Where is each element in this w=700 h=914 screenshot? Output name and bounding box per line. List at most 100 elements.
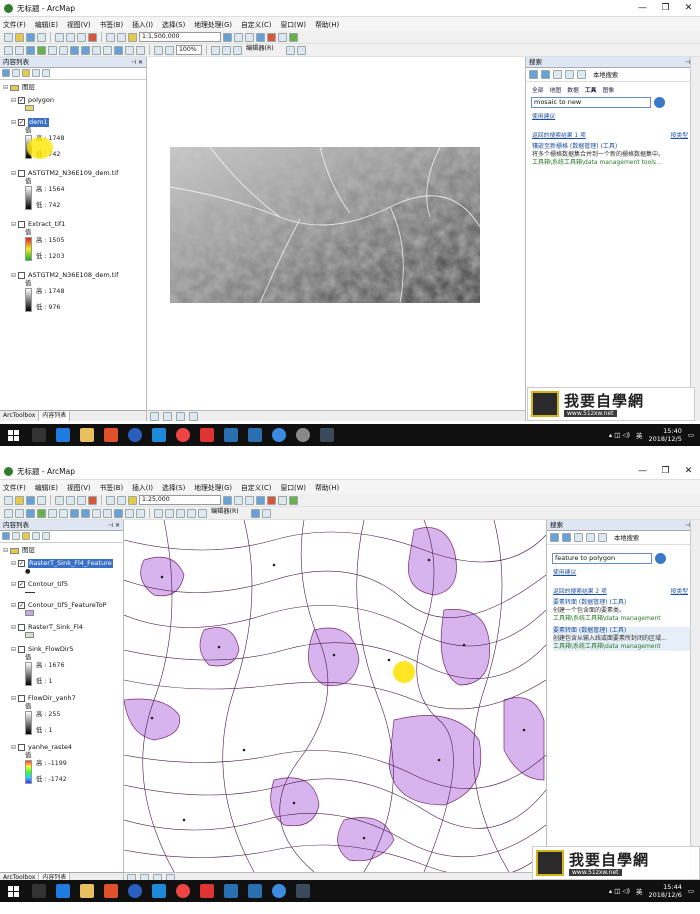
layout-view-icon[interactable] [163,411,172,421]
edit-tool-icon[interactable] [251,508,260,518]
fixed-zoom-out-icon[interactable] [59,508,68,518]
network-icon[interactable]: ▴ ◫ ◁) [609,887,630,895]
windows-start-icon[interactable] [8,885,19,897]
list-by-drawing-order-icon[interactable] [2,532,10,540]
menu-help[interactable]: 帮助(H) [315,19,339,29]
app-grid-icon[interactable] [224,428,238,442]
menu-view[interactable]: 视图(V) [67,482,91,492]
menu-edit[interactable]: 编辑(E) [35,19,58,29]
search-window-icon[interactable] [256,495,265,505]
zoom-in-icon[interactable] [4,45,13,55]
gray-ramp[interactable] [25,711,32,735]
app-red-icon[interactable] [200,428,214,442]
layer-polygon[interactable]: ⊟ ✓ polygon [3,96,146,105]
edge-icon[interactable] [56,884,70,898]
raster-swatch[interactable] [25,632,34,638]
menu-view[interactable]: 视图(V) [67,19,91,29]
table-icon[interactable] [234,32,243,42]
arctoolbox-icon[interactable] [267,495,276,505]
edit-tool-icon[interactable] [286,45,295,55]
app-square-icon[interactable] [248,428,262,442]
menu-geoprocessing[interactable]: 地理处理(G) [194,19,232,29]
menu-geoprocessing[interactable]: 地理处理(G) [194,482,232,492]
edge-icon[interactable] [56,428,70,442]
layer-flowdir-yanh7[interactable]: ⊟ FlowDir_yanh7 [3,694,123,703]
copy-icon[interactable] [66,495,75,505]
side-dock-bar[interactable] [690,57,700,421]
restore-button[interactable]: ❐ [654,3,677,13]
paste-icon[interactable] [77,495,86,505]
print-icon[interactable] [37,32,46,42]
select-features-icon[interactable] [92,508,101,518]
catalog-icon[interactable] [245,495,254,505]
search-result[interactable]: 镶嵌至新栅格 (数据管理) (工具) 将多个栅格数据集合并到一个新的栅格数据集中… [532,143,700,167]
search-result[interactable]: 要素转面 (数据管理) (工具) 创建一个包含面的要素类。 工具箱\系统工具箱\… [553,599,700,623]
layers-root[interactable]: ⊟ 图层 [3,546,123,555]
options-icon[interactable] [598,533,607,542]
forward-icon[interactable] [562,533,571,542]
menu-customize[interactable]: 自定义(C) [241,19,271,29]
arcmap-task-icon[interactable] [320,428,334,442]
paste-icon[interactable] [77,32,86,42]
layer-contour-tif5[interactable]: ⊟ ✓ Contour_tif5 [3,580,123,589]
georef-icon[interactable] [176,508,185,518]
app-square-icon[interactable] [248,884,262,898]
editor-menu[interactable]: 编辑器(R) [209,508,249,518]
options-icon[interactable] [42,532,50,540]
redo-icon[interactable] [117,495,126,505]
app-gray-icon[interactable] [296,428,310,442]
back-icon[interactable] [70,45,79,55]
cut-icon[interactable] [55,32,64,42]
rainbow-ramp[interactable] [25,760,32,784]
zoom-in-icon[interactable] [4,508,13,518]
back-icon[interactable] [70,508,79,518]
search-suggestions-link[interactable]: 使用建议 [553,567,700,576]
side-dock-bar[interactable] [690,520,700,883]
fixed-zoom-out-icon[interactable] [59,45,68,55]
pan-icon[interactable] [26,45,35,55]
scale-combo[interactable]: 1:25,000 [139,495,221,505]
identify-icon[interactable] [114,45,123,55]
menu-customize[interactable]: 自定义(C) [241,482,271,492]
search-suggestions-link[interactable]: 使用建议 [532,111,700,120]
layer-dem1[interactable]: ⊟ ✓ dem1 [3,118,146,127]
office-icon[interactable] [104,884,118,898]
layer-checkbox[interactable]: ✓ [18,119,25,126]
refresh-icon[interactable] [176,411,185,421]
gray-ramp[interactable] [25,662,32,686]
app-grid-icon[interactable] [224,884,238,898]
tab-arctoolbox[interactable]: ArcToolbox [0,411,40,421]
gray-ramp[interactable] [25,186,32,210]
layer-yanhe-raste4[interactable]: ⊟ yanhe_raste4 [3,743,123,752]
layer-checkbox[interactable] [18,221,25,228]
layer-checkbox[interactable]: ✓ [18,581,25,588]
layer-checkbox[interactable] [18,744,25,751]
menu-select[interactable]: 选择(S) [162,19,185,29]
zoom-out-icon[interactable] [15,45,24,55]
search-go-icon[interactable] [655,553,666,564]
tab-all[interactable]: 全部 [532,85,544,94]
network-icon[interactable]: ▴ ◫ ◁) [609,431,630,439]
scale-combo[interactable]: 1:1,500,000 [139,32,221,42]
app-k-icon[interactable] [128,428,142,442]
list-by-visibility-icon[interactable] [22,532,30,540]
layer-checkbox[interactable] [18,624,25,631]
tab-maps[interactable]: 地图 [550,85,562,94]
windows-start-icon[interactable] [8,429,19,441]
layer-astgtm2-n36e109[interactable]: ⊟ ASTGTM2_N36E109_dem.tif [3,169,146,178]
data-view-icon[interactable] [150,411,159,421]
pin-icon[interactable]: ⊣ ✕ [108,520,120,530]
app-blue-icon[interactable] [152,884,166,898]
find-icon[interactable] [125,45,134,55]
restore-button[interactable]: ❐ [654,466,677,476]
layer-checkbox[interactable] [18,646,25,653]
app-q-icon[interactable] [272,428,286,442]
pan-icon[interactable] [26,508,35,518]
select-elements-icon[interactable] [103,45,112,55]
home-icon[interactable] [553,70,562,79]
layout-zoom-combo[interactable]: 100% [176,45,202,55]
list-by-source-icon[interactable] [12,69,20,77]
polygon-swatch[interactable] [25,105,34,111]
copy-icon[interactable] [66,32,75,42]
menu-file[interactable]: 文件(F) [3,19,26,29]
